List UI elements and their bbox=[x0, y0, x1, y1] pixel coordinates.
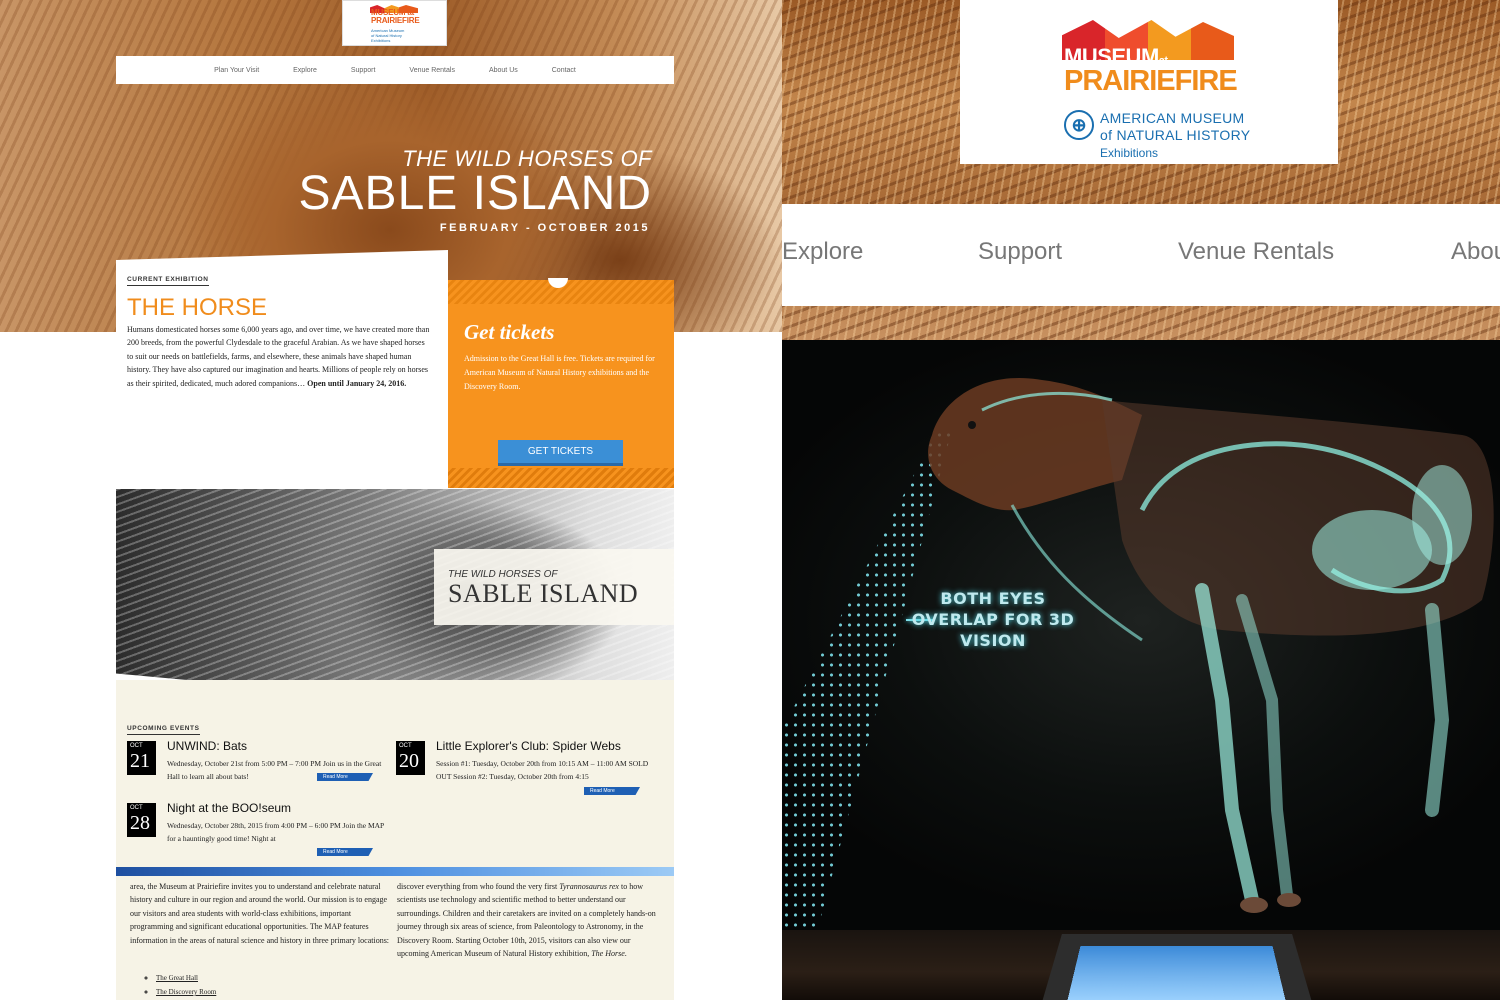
upcoming-events: UPCOMING EVENTS OCT 21 UNWIND: Bats Wedne… bbox=[116, 680, 674, 870]
event-date-badge: OCT 21 bbox=[127, 741, 156, 775]
nav-about-us[interactable]: About Us bbox=[489, 67, 518, 74]
tickets-description: Admission to the Great Hall is free. Tic… bbox=[464, 354, 655, 391]
event-title[interactable]: Night at the BOO!seum bbox=[167, 801, 291, 815]
amnh-emblem-icon: ⊕ bbox=[1064, 110, 1094, 140]
sable-banner-title: SABLE ISLAND bbox=[448, 579, 639, 608]
exhibition-description: Humans domesticated horses some 6,000 ye… bbox=[127, 325, 430, 388]
logo-amnh-line3: Exhibitions bbox=[1100, 146, 1159, 160]
section-label: UPCOMING EVENTS bbox=[127, 725, 200, 735]
exhibition-closing: Open until January 24, 2016. bbox=[307, 378, 407, 388]
website-mockup-full-page: MUSEUM at PRAIRIEFIRE American Museum of N… bbox=[0, 0, 782, 1000]
logo-prairiefire-text: PRAIRIEFIRE bbox=[1064, 65, 1238, 97]
logo-amnh-line2: of NATURAL HISTORY bbox=[1100, 127, 1251, 143]
intro-column-1: area, the Museum at Prairiefire invites … bbox=[130, 882, 390, 945]
nav-plan-your-visit[interactable]: Plan Your Visit bbox=[214, 67, 259, 74]
read-more-button[interactable]: Read More bbox=[317, 848, 373, 856]
nav-support[interactable]: Support bbox=[978, 238, 1062, 266]
sable-island-banner-text[interactable]: THE WILD HORSES OF SABLE ISLAND bbox=[434, 549, 674, 625]
museum-intro: area, the Museum at Prairiefire invites … bbox=[116, 876, 674, 1000]
logo-amnh-line3: Exhibitions bbox=[371, 38, 391, 43]
current-exhibition-card: CURRENT EXHIBITION THE HORSE Humans dome… bbox=[116, 250, 448, 490]
nav-explore[interactable]: Explore bbox=[293, 67, 317, 74]
event-description: Session #1: Tuesday, October 20th from 1… bbox=[436, 759, 649, 781]
tickets-title: Get tickets bbox=[464, 320, 555, 344]
event-description: Wednesday, October 28th, 2015 from 4:00 … bbox=[167, 821, 384, 843]
site-logo-large[interactable]: MUSEUMat PRAIRIEFIRE ⊕ AMERICAN MUSEUM o… bbox=[960, 0, 1338, 164]
site-logo[interactable]: MUSEUM at PRAIRIEFIRE American Museum of N… bbox=[342, 0, 447, 46]
nav-explore[interactable]: Explore bbox=[782, 238, 863, 266]
locations-list: The Great Hall The Discovery Room bbox=[156, 971, 216, 999]
section-label: CURRENT EXHIBITION bbox=[127, 276, 209, 286]
nav-about[interactable]: Abou bbox=[1451, 238, 1500, 266]
tickets-panel: Get tickets Admission to the Great Hall … bbox=[448, 278, 674, 488]
event-date-badge: OCT 28 bbox=[127, 803, 156, 837]
logo-amnh-line1: AMERICAN MUSEUM bbox=[1100, 110, 1245, 126]
website-mockup-zoomed: MUSEUMat PRAIRIEFIRE ⊕ AMERICAN MUSEUM o… bbox=[782, 0, 1500, 1000]
get-tickets-button[interactable]: GET TICKETS bbox=[498, 440, 623, 466]
event-title[interactable]: UNWIND: Bats bbox=[167, 739, 247, 753]
nav-venue-rentals[interactable]: Venue Rentals bbox=[1178, 238, 1334, 266]
section-divider bbox=[116, 867, 674, 876]
hero-dates: FEBRUARY - OCTOBER 2015 bbox=[439, 222, 650, 234]
hero-title: SABLE ISLAND bbox=[298, 167, 652, 220]
intro-column-2: discover everything from who found the v… bbox=[397, 882, 656, 959]
event-date-badge: OCT 20 bbox=[396, 741, 425, 775]
link-great-hall[interactable]: The Great Hall bbox=[156, 971, 216, 985]
nav-venue-rentals[interactable]: Venue Rentals bbox=[409, 67, 455, 74]
exhibition-title[interactable]: THE HORSE bbox=[127, 294, 267, 322]
logo-prairiefire-text: PRAIRIEFIRE bbox=[371, 16, 420, 25]
read-more-button[interactable]: Read More bbox=[584, 787, 640, 795]
horse-skeleton-illustration bbox=[928, 378, 1494, 913]
read-more-button[interactable]: Read More bbox=[317, 773, 373, 781]
event-title[interactable]: Little Explorer's Club: Spider Webs bbox=[436, 739, 621, 753]
link-discovery-room[interactable]: The Discovery Room bbox=[156, 985, 216, 999]
nav-contact[interactable]: Contact bbox=[552, 67, 576, 74]
nav-support[interactable]: Support bbox=[351, 67, 376, 74]
main-nav-zoomed: Explore Support Venue Rentals Abou bbox=[782, 204, 1500, 306]
main-nav: Plan Your Visit Explore Support Venue Re… bbox=[116, 56, 674, 84]
